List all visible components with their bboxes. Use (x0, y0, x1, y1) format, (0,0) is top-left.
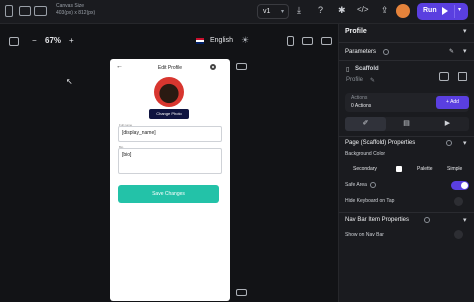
bug-icon[interactable]: ✱ (338, 5, 346, 16)
user-avatar[interactable] (396, 4, 410, 18)
zoom-in-button[interactable]: + (69, 36, 74, 45)
chevron-down-icon[interactable]: ▾ (463, 139, 467, 147)
bio-field[interactable]: [bio] (118, 148, 222, 174)
scaffold-label: Scaffold (355, 66, 379, 72)
link-icon[interactable] (236, 63, 247, 70)
divider (339, 60, 474, 61)
canvas-size: Canvas Size 403(px) x 812(px) (56, 3, 95, 17)
add-action-button[interactable]: + Add (436, 96, 469, 109)
properties-panel: Profile ▾ Parameters ✎ ▾ ▯ Scaffold Prof… (338, 24, 474, 302)
phone-preview: ← Edit Profile Change Photo Full name [d… (110, 59, 230, 301)
divider (339, 136, 474, 137)
color-swatch[interactable] (396, 166, 402, 172)
edit-icon[interactable]: ✎ (449, 48, 454, 55)
tab-actions[interactable]: ▶ (427, 117, 468, 131)
zoom-out-button[interactable]: − (32, 36, 37, 45)
download-icon[interactable]: ⤓ (297, 5, 301, 16)
info-icon[interactable] (446, 140, 452, 146)
copy-icon[interactable] (439, 72, 449, 81)
background-color-value[interactable]: Secondary (353, 164, 377, 174)
parameters-label: Parameters (345, 49, 377, 55)
hide-keyboard-label: Hide Keyboard on Tap (345, 198, 395, 204)
chevron-down-icon[interactable]: ▾ (458, 6, 461, 13)
profile-photo[interactable] (154, 77, 184, 107)
tablet-icon[interactable] (19, 6, 31, 16)
show-on-nav-label: Show on Nav Bar (345, 232, 384, 238)
safe-area-label: Safe Area (345, 182, 367, 188)
phone-preview-icon[interactable] (287, 36, 294, 46)
code-icon[interactable]: </> (357, 5, 369, 14)
run-button[interactable]: Run ▾ (417, 3, 468, 20)
save-changes-button[interactable]: Save Changes (118, 185, 219, 203)
page-properties-heading: Page (Scaffold) Properties (345, 140, 416, 146)
info-icon[interactable] (424, 217, 430, 223)
fullscreen-icon[interactable] (321, 37, 332, 45)
background-color-label: Background Color (345, 151, 386, 157)
gear-icon[interactable] (210, 64, 216, 70)
phone-icon[interactable] (5, 5, 13, 17)
chevron-down-icon[interactable]: ▾ (463, 27, 467, 35)
widget-name[interactable]: Profile (346, 77, 363, 83)
chevron-down-icon[interactable]: ▾ (463, 47, 467, 55)
actions-box: Actions 0 Actions + Add (345, 93, 469, 112)
safe-area-toggle[interactable] (451, 181, 469, 190)
actions-label: Actions (351, 95, 368, 101)
info-icon[interactable] (383, 49, 389, 55)
layers-icon[interactable] (9, 37, 19, 46)
canvas-size-label: Canvas Size (56, 3, 85, 9)
scaffold-icon: ▯ (346, 67, 350, 73)
play-icon (442, 7, 448, 15)
share-icon[interactable]: ⇪ (381, 5, 389, 16)
panel-tabs: ✐ ▤ ▶ (345, 117, 469, 131)
canvas-size-value: 403(px) x 812(px) (56, 10, 96, 16)
cursor-icon: ↖ (66, 77, 73, 86)
background-color-row: Secondary Palette Simple (345, 164, 469, 174)
info-icon[interactable] (370, 182, 376, 188)
nav-bar-heading: Nav Bar Item Properties (345, 217, 410, 223)
simple-button[interactable]: Simple (447, 164, 462, 174)
toggle-knob (461, 182, 468, 189)
language-select[interactable]: English (210, 37, 233, 44)
actions-count: 0 Actions (351, 103, 372, 109)
divider (339, 42, 474, 43)
zoom-level: 67% (45, 36, 62, 45)
tab-backend[interactable]: ▤ (386, 117, 427, 131)
trash-icon[interactable] (458, 72, 467, 81)
palette-button[interactable]: Palette (417, 164, 433, 174)
desktop-icon[interactable] (34, 6, 47, 16)
help-icon[interactable]: ? (318, 5, 323, 15)
app-window: Canvas Size 403(px) x 812(px) v1 ▾ ⤓ ? ✱… (0, 0, 474, 302)
play-icon: ▶ (444, 120, 451, 127)
run-divider (454, 5, 455, 18)
tab-properties[interactable]: ✐ (345, 117, 386, 131)
show-on-nav-toggle[interactable] (454, 230, 463, 239)
display-name-field[interactable]: [display_name] (118, 126, 222, 142)
table-icon: ▤ (403, 120, 410, 127)
change-photo-button[interactable]: Change Photo (149, 109, 189, 119)
panel-title: Profile (345, 28, 367, 35)
run-label: Run (423, 7, 437, 14)
hide-keyboard-toggle[interactable] (454, 197, 463, 206)
version-label: v1 (263, 8, 271, 15)
device-frame-icon[interactable] (236, 289, 247, 296)
edit-icon[interactable]: ✎ (370, 77, 375, 84)
flag-icon (196, 38, 204, 44)
top-toolbar: Canvas Size 403(px) x 812(px) v1 ▾ ⤓ ? ✱… (0, 0, 474, 24)
paint-icon: ✐ (362, 120, 369, 127)
chevron-down-icon: ▾ (280, 9, 284, 15)
theme-icon[interactable]: ☀ (241, 35, 249, 46)
divider (339, 212, 474, 213)
version-select[interactable]: v1 ▾ (257, 4, 289, 19)
tablet-preview-icon[interactable] (302, 37, 313, 45)
chevron-down-icon[interactable]: ▾ (463, 216, 467, 224)
